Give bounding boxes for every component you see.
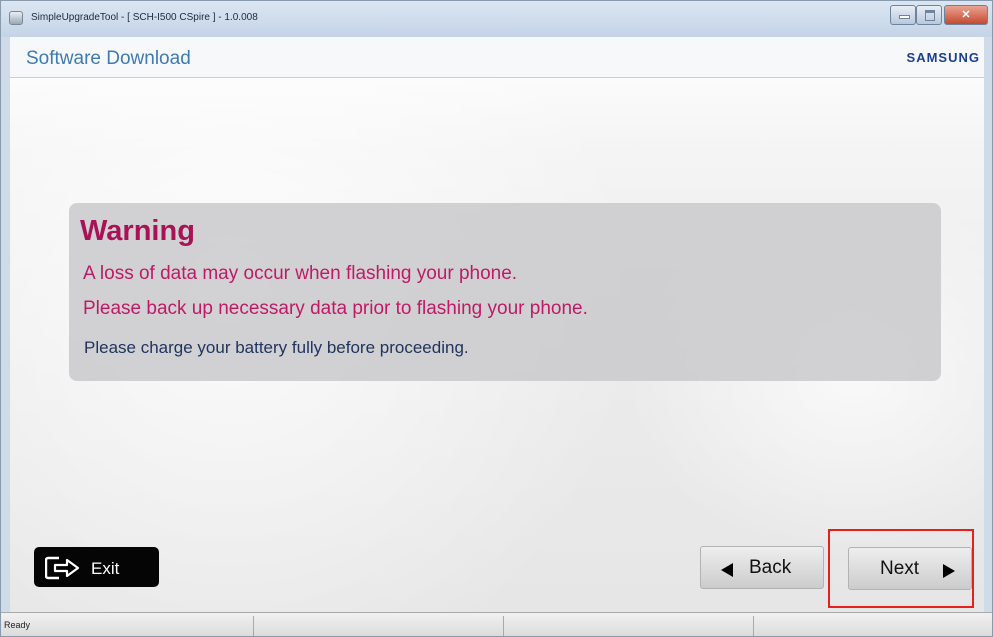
minimize-button[interactable] [890, 5, 916, 25]
battery-note: Please charge your battery fully before … [84, 338, 469, 357]
app-window: SimpleUpgradeTool - [ SCH-I500 CSpire ] … [0, 0, 993, 637]
triangle-left-icon [721, 563, 733, 577]
next-button-highlight [828, 529, 974, 608]
close-button[interactable]: ✕ [944, 5, 988, 25]
warning-message-backup: Please back up necessary data prior to f… [83, 298, 588, 319]
page-title: Software Download [26, 48, 191, 69]
exit-button-label: Exit [91, 559, 120, 578]
back-button-label: Back [749, 557, 792, 578]
back-button[interactable]: Back [700, 546, 824, 589]
status-divider [753, 616, 754, 636]
status-text: Ready [4, 620, 31, 630]
window-title: SimpleUpgradeTool - [ SCH-I500 CSpire ] … [31, 12, 258, 23]
warning-panel: Warning A loss of data may occur when fl… [69, 203, 941, 381]
warning-title: Warning [80, 215, 195, 247]
samsung-logo: SAMSUNG [906, 50, 980, 65]
content-area: Software Download SAMSUNG Warning A loss… [10, 37, 984, 612]
warning-message-data-loss: A loss of data may occur when flashing y… [83, 263, 518, 284]
status-divider [253, 616, 254, 636]
title-bar[interactable]: SimpleUpgradeTool - [ SCH-I500 CSpire ] … [1, 1, 992, 37]
exit-button[interactable]: Exit [34, 547, 159, 587]
status-divider [503, 616, 504, 636]
exit-arrow-icon [45, 556, 80, 580]
app-icon [9, 11, 23, 25]
maximize-button[interactable] [916, 5, 942, 25]
status-bar: Ready [1, 612, 992, 636]
header-bar: Software Download SAMSUNG [10, 37, 984, 78]
